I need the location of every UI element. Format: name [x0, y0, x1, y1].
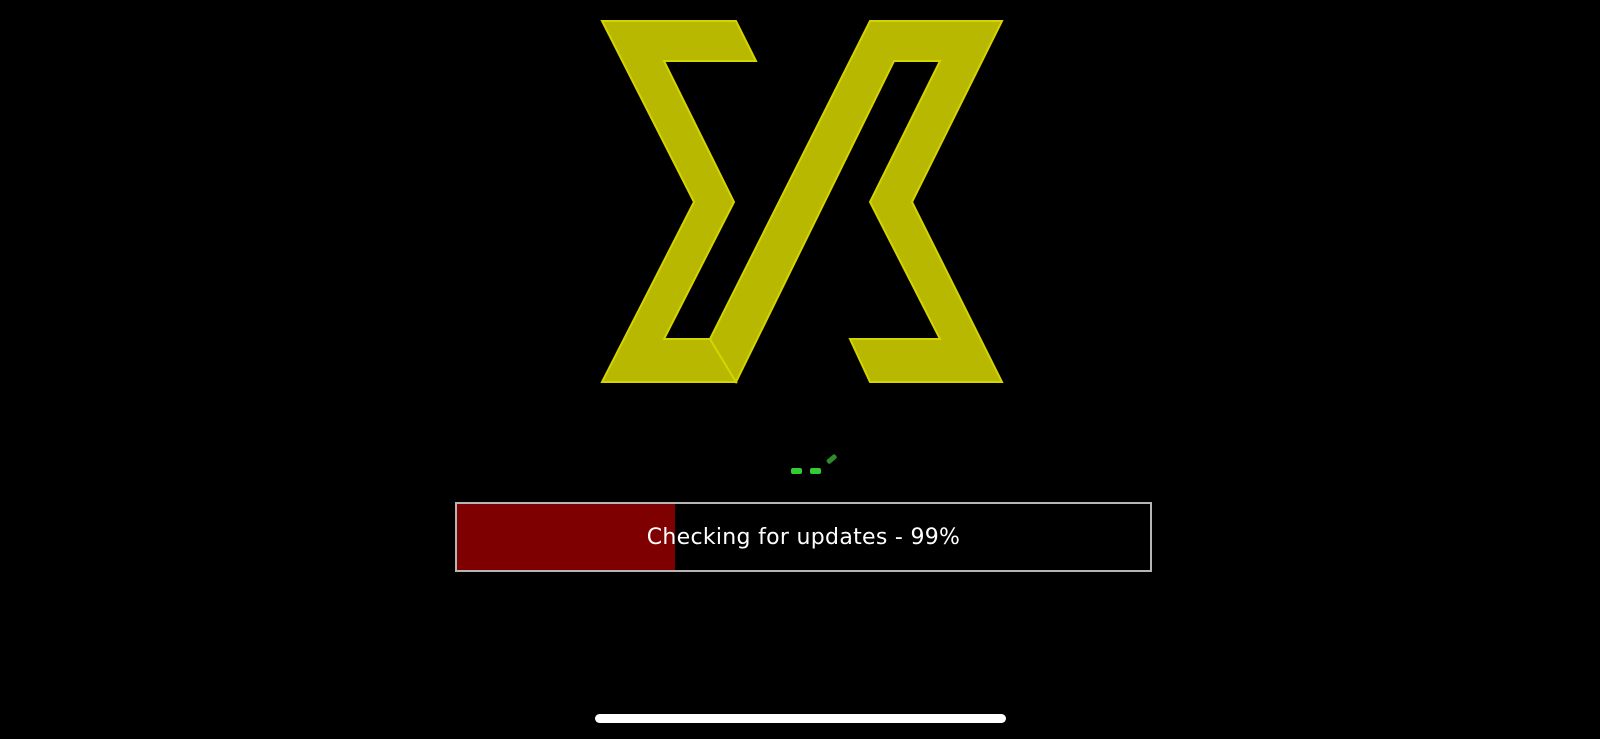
loading-spinner-icon — [791, 454, 837, 474]
app-logo — [600, 20, 1004, 384]
update-progress-bar: Checking for updates - 99% — [455, 502, 1152, 572]
logo-right-chevron — [708, 20, 1004, 384]
progress-label: Checking for updates - 99% — [646, 524, 961, 550]
home-indicator[interactable] — [595, 714, 1006, 723]
splash-screen: Checking for updates - 99% — [0, 0, 1600, 739]
